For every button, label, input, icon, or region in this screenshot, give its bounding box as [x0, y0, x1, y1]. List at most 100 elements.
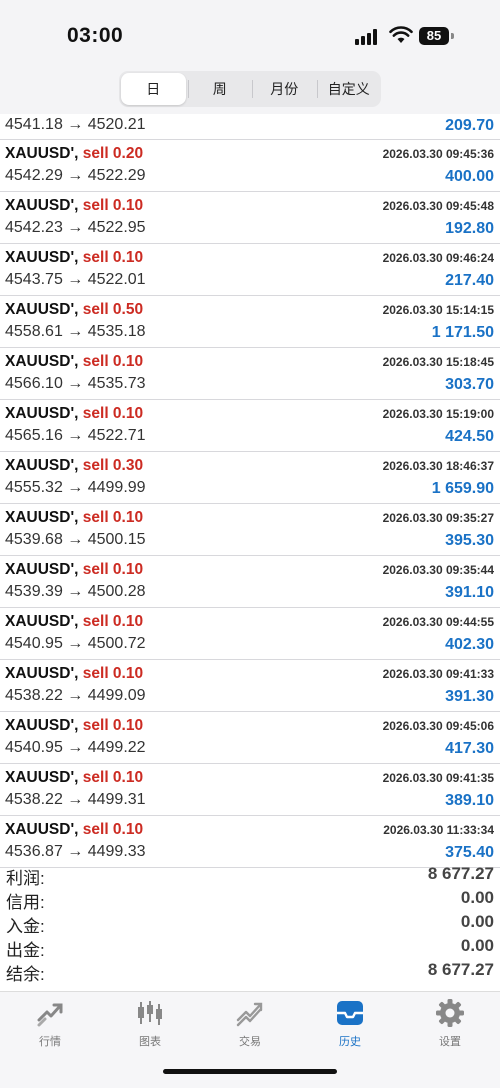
deal-side: sell 0.50	[82, 301, 144, 318]
deal-time: 2026.03.30 18:46:37	[382, 459, 494, 473]
deal-symbol: XAUUSD',	[5, 717, 79, 734]
deal-time: 2026.03.30 15:19:00	[382, 407, 494, 421]
gear-icon	[436, 999, 464, 1027]
deal-prices: 4541.18 → 4520.21	[5, 116, 146, 133]
list-item[interactable]: XAUUSD', sell 0.50 2026.03.30 15:14:15 455…	[0, 296, 500, 348]
deal-time: 2026.03.30 15:18:45	[382, 355, 494, 369]
deal-side: sell 0.10	[82, 353, 144, 370]
deal-time: 2026.03.30 15:14:15	[382, 303, 494, 317]
account-summary: 利润: 8 677.27 信用: 0.00 入金: 0.00 出金: 0.00 …	[0, 862, 500, 984]
deal-symbol: XAUUSD',	[5, 145, 79, 162]
deal-profit: 209.70	[445, 117, 494, 134]
deal-history-list: 4541.18 → 4520.21 209.70 XAUUSD', sell 0…	[0, 114, 500, 868]
deal-time: 2026.03.30 09:44:55	[382, 615, 494, 629]
nav-trade[interactable]: 交易	[210, 998, 290, 1049]
tab-month[interactable]: 月份	[252, 71, 317, 107]
deal-side: sell 0.10	[82, 613, 144, 630]
deal-profit: 303.70	[445, 376, 494, 393]
deal-prices: 4539.68 → 4500.15	[5, 531, 146, 548]
tab-week[interactable]: 周	[187, 71, 253, 107]
nav-settings[interactable]: 设置	[410, 998, 490, 1049]
list-item[interactable]: XAUUSD', sell 0.30 2026.03.30 18:46:37 455…	[0, 452, 500, 504]
deal-side: sell 0.10	[82, 405, 144, 422]
deal-profit: 391.30	[445, 688, 494, 705]
deal-symbol: XAUUSD',	[5, 457, 79, 474]
list-item[interactable]: XAUUSD', sell 0.10 2026.03.30 09:41:35 453…	[0, 764, 500, 816]
list-item[interactable]: XAUUSD', sell 0.10 2026.03.30 09:45:48 454…	[0, 192, 500, 244]
deal-prices: 4566.10 → 4535.73	[5, 375, 146, 392]
battery-tip-icon	[451, 33, 454, 39]
summary-profit-row: 利润: 8 677.27	[0, 862, 500, 888]
deal-symbol-line: XAUUSD', sell 0.10	[5, 405, 143, 423]
deal-symbol-line: XAUUSD', sell 0.10	[5, 769, 143, 787]
period-segmented-control: 日 周 月份 自定义	[119, 71, 381, 107]
summary-value: 0.00	[460, 888, 494, 907]
deal-symbol-line: XAUUSD', sell 0.10	[5, 821, 143, 839]
summary-label: 结余:	[6, 965, 45, 984]
nav-label: 历史	[339, 1036, 361, 1048]
deal-prices: 4540.95 → 4499.22	[5, 739, 146, 756]
deal-prices: 4539.39 → 4500.28	[5, 583, 146, 600]
list-item[interactable]: XAUUSD', sell 0.10 2026.03.30 15:18:45 456…	[0, 348, 500, 400]
deal-profit: 424.50	[445, 428, 494, 445]
list-item[interactable]: XAUUSD', sell 0.10 2026.03.30 09:35:27 453…	[0, 504, 500, 556]
wifi-icon	[389, 26, 413, 43]
deal-symbol: XAUUSD',	[5, 769, 79, 786]
nav-label: 行情	[39, 1036, 61, 1048]
deal-time: 2026.03.30 09:45:48	[382, 199, 494, 213]
cellular-signal-icon	[355, 29, 381, 45]
nav-label: 交易	[239, 1036, 261, 1048]
deal-side: sell 0.10	[82, 821, 144, 838]
deal-time: 2026.03.30 09:35:27	[382, 511, 494, 525]
nav-history[interactable]: 历史	[310, 998, 390, 1049]
summary-value: 8 677.27	[427, 960, 494, 979]
deal-symbol: XAUUSD',	[5, 249, 79, 266]
home-indicator[interactable]	[163, 1069, 337, 1074]
deal-prices: 4555.32 → 4499.99	[5, 479, 146, 496]
deal-symbol: XAUUSD',	[5, 821, 79, 838]
deal-symbol: XAUUSD',	[5, 509, 79, 526]
deal-prices: 4542.29 → 4522.29	[5, 167, 146, 184]
deal-prices: 4558.61 → 4535.18	[5, 323, 146, 340]
tab-custom[interactable]: 自定义	[316, 71, 382, 107]
deal-side: sell 0.30	[82, 457, 144, 474]
deal-symbol-line: XAUUSD', sell 0.10	[5, 613, 143, 631]
summary-withdrawal-row: 出金: 0.00	[0, 934, 500, 960]
deal-symbol: XAUUSD',	[5, 405, 79, 422]
deal-prices: 4543.75 → 4522.01	[5, 271, 146, 288]
quotes-icon	[37, 1003, 63, 1027]
nav-chart[interactable]: 图表	[110, 998, 190, 1049]
battery-level: 85	[419, 27, 449, 45]
list-item[interactable]: XAUUSD', sell 0.10 2026.03.30 09:44:55 454…	[0, 608, 500, 660]
deal-symbol-line: XAUUSD', sell 0.50	[5, 301, 143, 319]
deal-side: sell 0.10	[82, 249, 144, 266]
deal-symbol: XAUUSD',	[5, 301, 79, 318]
list-item[interactable]: XAUUSD', sell 0.20 2026.03.30 09:45:36 454…	[0, 140, 500, 192]
list-item[interactable]: XAUUSD', sell 0.10 2026.03.30 09:45:06 454…	[0, 712, 500, 764]
candlestick-chart-icon	[138, 1001, 162, 1025]
trade-icon	[236, 1002, 263, 1027]
nav-quotes[interactable]: 行情	[10, 998, 90, 1049]
deal-profit: 389.10	[445, 792, 494, 809]
deal-profit: 217.40	[445, 272, 494, 289]
deal-symbol-line: XAUUSD', sell 0.10	[5, 509, 143, 527]
tab-day[interactable]: 日	[121, 73, 186, 105]
deal-prices: 4536.87 → 4499.33	[5, 843, 146, 860]
deal-time: 2026.03.30 09:35:44	[382, 563, 494, 577]
list-item[interactable]: XAUUSD', sell 0.10 2026.03.30 09:35:44 453…	[0, 556, 500, 608]
list-item[interactable]: XAUUSD', sell 0.10 2026.03.30 15:19:00 456…	[0, 400, 500, 452]
list-item[interactable]: XAUUSD', sell 0.10 2026.03.30 09:41:33 453…	[0, 660, 500, 712]
deal-prices: 4538.22 → 4499.09	[5, 687, 146, 704]
history-inbox-icon	[337, 1001, 363, 1025]
list-item[interactable]: 4541.18 → 4520.21 209.70	[0, 114, 500, 140]
summary-value: 0.00	[460, 912, 494, 931]
deal-symbol-line: XAUUSD', sell 0.10	[5, 665, 143, 683]
status-bar: 03:00 85	[0, 0, 500, 70]
nav-label: 图表	[139, 1036, 161, 1048]
deal-side: sell 0.10	[82, 197, 144, 214]
list-item[interactable]: XAUUSD', sell 0.10 2026.03.30 09:46:24 454…	[0, 244, 500, 296]
deal-prices: 4565.16 → 4522.71	[5, 427, 146, 444]
status-time: 03:00	[67, 24, 124, 47]
list-item[interactable]: XAUUSD', sell 0.10 2026.03.30 11:33:34 453…	[0, 816, 500, 868]
deal-profit: 192.80	[445, 220, 494, 237]
